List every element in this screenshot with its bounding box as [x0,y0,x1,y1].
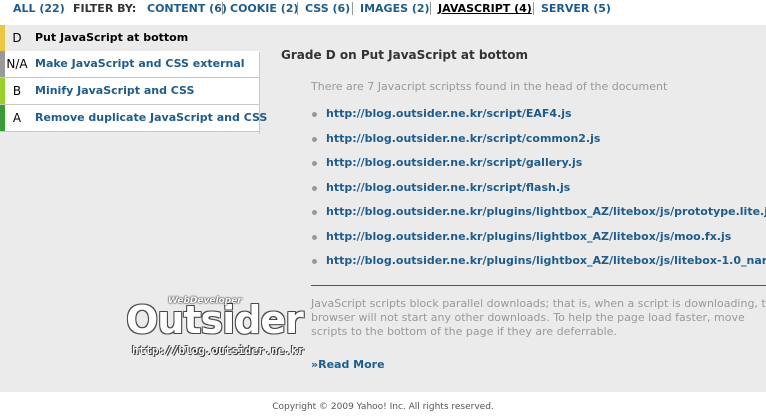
grade-row-make-javascript-css-external[interactable]: N/A Make JavaScript and CSS external [0,51,260,78]
grade-color-bar [0,25,5,51]
bullet-icon [312,259,317,264]
bullet-icon [312,161,317,166]
filter-separator [297,2,298,15]
read-more-link[interactable]: »Read More [311,358,385,371]
filter-javascript-link[interactable]: JAVASCRIPT (4) [438,2,532,15]
grade-title: Remove duplicate JavaScript and CSS [35,111,268,124]
grade-letter: D [12,31,22,45]
script-link[interactable]: http://blog.outsider.ne.kr/script/EAF4.j… [326,107,572,120]
script-link[interactable]: http://blog.outsider.ne.kr/script/flash.… [326,181,570,194]
watermark-logo: Outsider WebDeveloper http://blog.outsid… [126,292,316,362]
grade-letter: A [12,111,22,125]
filter-images-link[interactable]: IMAGES (2) [360,2,430,15]
filter-by-label: FILTER BY: [73,2,137,15]
grade-color-bar [0,105,5,131]
bullet-icon [312,210,317,215]
filter-bar: ALL (22) FILTER BY: CONTENT (6) COOKIE (… [0,0,766,20]
filter-separator [352,2,353,15]
grade-list: D Put JavaScript at bottom N/A Make Java… [0,25,267,134]
grade-color-bar [0,78,5,104]
bullet-icon [312,112,317,117]
grade-letter: B [12,84,22,98]
grade-letter: N/A [6,57,28,71]
bullet-icon [312,136,317,142]
script-link[interactable]: http://blog.outsider.ne.kr/plugins/light… [326,254,766,267]
rule-description: JavaScript scripts block parallel downlo… [311,297,766,338]
grade-row-remove-duplicate-javascript-css[interactable]: A Remove duplicate JavaScript and CSS [0,105,267,132]
grade-row-put-javascript-at-bottom[interactable]: D Put JavaScript at bottom [0,25,260,51]
grade-title: Minify JavaScript and CSS [35,84,195,97]
divider [311,285,766,286]
filter-css-link[interactable]: CSS (6) [305,2,350,15]
footer-copyright: Copyright © 2009 Yahoo! Inc. All rights … [272,402,494,412]
grade-row-minify-javascript-css[interactable]: B Minify JavaScript and CSS [0,78,260,105]
detail-header: Grade D on Put JavaScript at bottom [281,48,766,62]
filter-cookie-link[interactable]: COOKIE (2) [230,2,298,15]
watermark-subtitle: WebDeveloper [168,296,242,306]
detail-heading: Grade D on Put JavaScript at bottom [281,48,528,62]
bullet-icon [312,185,317,191]
filter-all-link[interactable]: ALL (22) [13,2,65,15]
bullet-icon [312,234,317,240]
filter-content-link[interactable]: CONTENT (6) [147,2,227,15]
grade-color-bar [0,51,5,77]
grade-title: Make JavaScript and CSS external [35,57,245,70]
grade-title: Put JavaScript at bottom [35,31,189,44]
found-summary: There are 7 Javacript scriptss found in … [311,80,668,93]
script-link[interactable]: http://blog.outsider.ne.kr/script/common… [326,132,600,145]
script-link[interactable]: http://blog.outsider.ne.kr/script/galler… [326,156,582,169]
sidebar-edge [259,52,260,134]
filter-separator [430,2,431,15]
filter-separator [222,2,223,15]
script-link[interactable]: http://blog.outsider.ne.kr/plugins/light… [326,205,766,218]
filter-server-link[interactable]: SERVER (5) [541,2,611,15]
script-link[interactable]: http://blog.outsider.ne.kr/plugins/light… [326,230,731,243]
filter-separator [533,2,534,15]
watermark-url: http://blog.outsider.ne.kr [132,344,305,357]
